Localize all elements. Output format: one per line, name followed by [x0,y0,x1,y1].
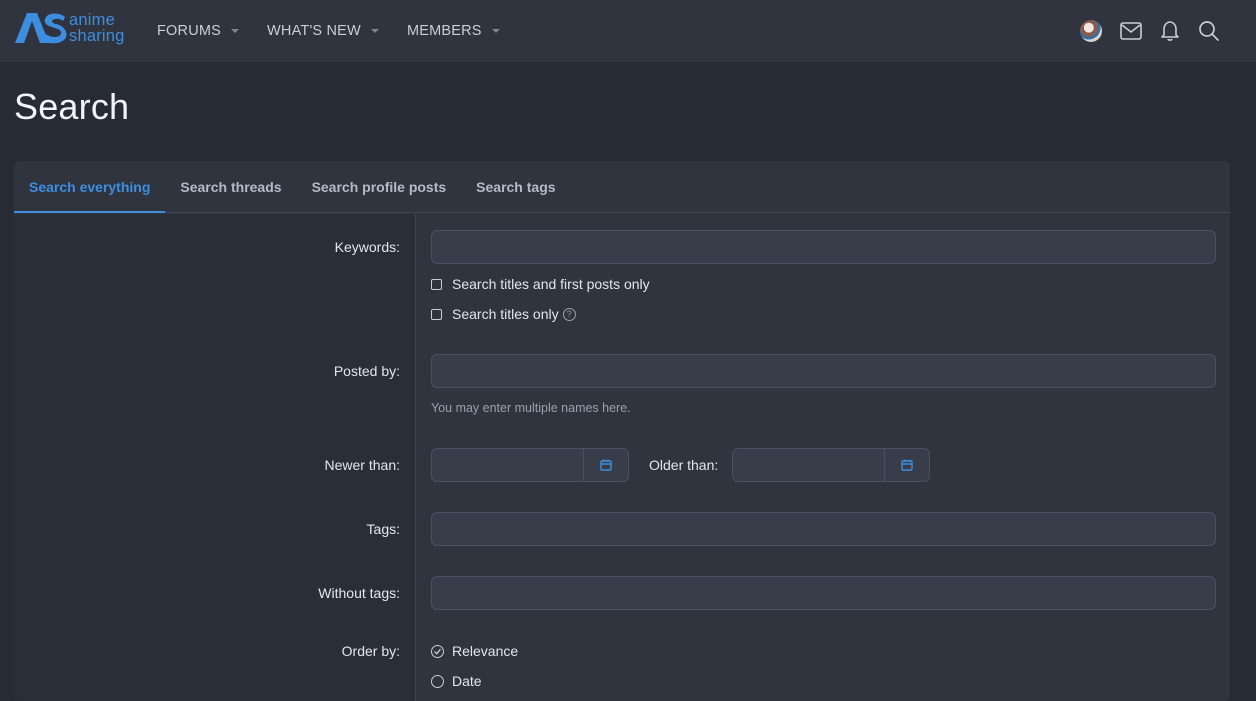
search-panel: Search everything Search threads Search … [14,161,1230,701]
without-tags-label: Without tags: [318,585,400,601]
main-nav: FORUMS WHAT'S NEW MEMBERS [157,0,528,62]
nav-members[interactable]: MEMBERS [407,23,500,39]
search-form: Keywords: Search titles and first posts … [14,214,1230,701]
radio-icon[interactable] [431,674,444,688]
tab-search-tags[interactable]: Search tags [461,161,570,212]
option-titles-only[interactable]: Search titles only ? [431,306,576,322]
keywords-input[interactable] [431,230,1216,264]
bell-icon[interactable] [1160,20,1180,42]
radio-checked-icon[interactable] [431,644,444,658]
tab-search-profile-posts[interactable]: Search profile posts [297,161,462,212]
nav-forums[interactable]: FORUMS [157,23,240,39]
user-actions [1062,0,1220,62]
tab-search-threads[interactable]: Search threads [165,161,296,212]
order-date-label: Date [452,673,482,689]
checkbox[interactable] [431,278,442,290]
question-circle-icon[interactable]: ? [562,307,576,321]
posted-by-input[interactable] [431,354,1216,388]
newer-than-calendar-button[interactable] [583,449,628,481]
order-date-option[interactable]: Date [431,673,482,689]
older-than-input[interactable] [732,448,930,482]
order-relevance-label: Relevance [452,643,519,659]
older-than-calendar-button[interactable] [884,449,929,481]
order-relevance-option[interactable]: Relevance [431,643,518,659]
tab-search-everything[interactable]: Search everything [14,161,166,213]
posted-by-label: Posted by: [333,363,400,379]
logo-text: anime sharing [69,11,125,45]
option-titles-only-label: Search titles only [452,306,559,322]
keywords-label: Keywords: [334,239,400,255]
checkbox[interactable] [431,308,442,320]
newer-than-input[interactable] [431,448,629,482]
search-tabs: Search everything Search threads Search … [14,161,1230,213]
avatar[interactable] [1080,20,1102,42]
nav-whats-new[interactable]: WHAT'S NEW [267,23,379,39]
chevron-down-icon[interactable] [231,29,240,33]
nav-members-label: MEMBERS [406,23,482,39]
posted-by-hint: You may enter multiple names here. [431,401,631,415]
logo-line-1: anime [69,11,115,29]
calendar-icon [600,459,612,471]
tags-input[interactable] [431,512,1216,546]
search-icon[interactable] [1198,20,1220,42]
older-than-label: Older than: [649,457,719,473]
option-titles-first-posts-label: Search titles and first posts only [452,276,650,292]
without-tags-input[interactable] [431,576,1216,610]
chevron-down-icon[interactable] [370,29,379,33]
chevron-down-icon[interactable] [491,29,500,33]
logo-mark-icon [15,13,67,44]
top-navigation-bar: anime sharing FORUMS WHAT'S NEW MEMBERS [0,0,1256,62]
logo-line-2: sharing [69,27,125,45]
calendar-icon [901,459,913,471]
site-logo[interactable]: anime sharing [13,11,125,45]
option-titles-first-posts[interactable]: Search titles and first posts only [431,276,650,292]
tags-label: Tags: [366,521,400,537]
nav-whats-new-label: WHAT'S NEW [267,23,361,39]
order-by-label: Order by: [341,643,400,659]
envelope-icon[interactable] [1120,22,1142,40]
nav-forums-label: FORUMS [157,23,222,39]
page-title: Search [14,86,130,127]
newer-than-label: Newer than: [324,457,400,473]
